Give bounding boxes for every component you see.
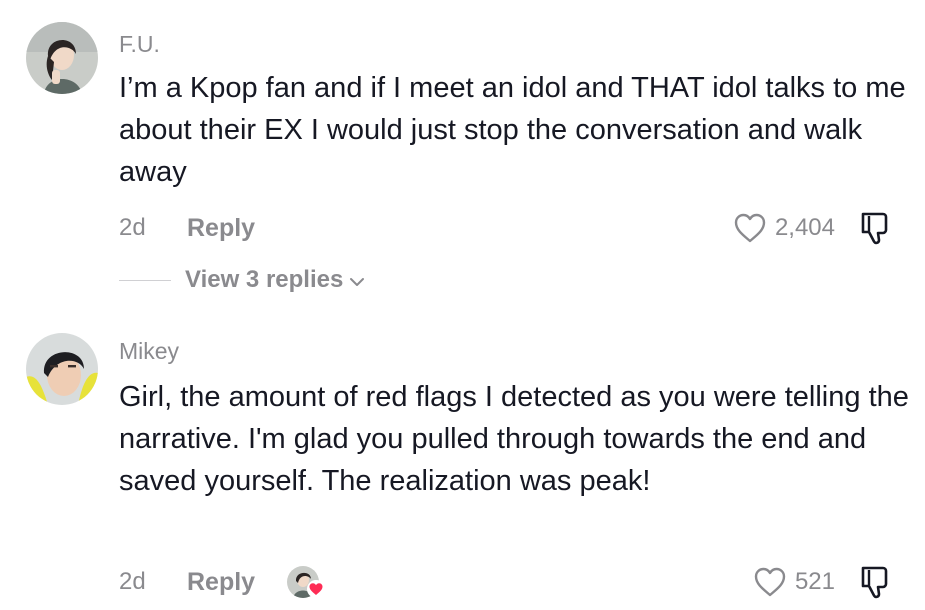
- comment-meta: 2d Reply: [119, 210, 255, 246]
- reply-button[interactable]: Reply: [187, 568, 255, 597]
- like-count: 2,404: [774, 214, 835, 241]
- comment-text: I’m a Kpop fan and if I meet an idol and…: [119, 72, 906, 188]
- thumbs-down-outline-icon: [861, 212, 888, 245]
- comment-text: Girl, the amount of red flags I detected…: [119, 381, 909, 497]
- username[interactable]: Mikey: [119, 338, 179, 365]
- view-replies-button[interactable]: View 3 replies: [119, 262, 365, 298]
- comment-date: 2d: [119, 568, 146, 595]
- dislike-button[interactable]: [855, 562, 895, 602]
- liked-by-creator-badge: [287, 564, 327, 600]
- username[interactable]: F.U.: [119, 31, 160, 58]
- replies-divider: [119, 279, 171, 281]
- like-button[interactable]: 2,404: [733, 210, 835, 246]
- avatar[interactable]: [26, 333, 98, 405]
- comment-meta: 2d Reply: [119, 564, 327, 600]
- heart-outline-icon: [734, 213, 766, 243]
- chevron-down-icon: [350, 278, 365, 286]
- dislike-button[interactable]: [855, 208, 895, 248]
- heart-outline-icon: [754, 567, 786, 597]
- reply-button[interactable]: Reply: [187, 214, 255, 243]
- comment-date: 2d: [119, 214, 146, 241]
- creator-heart-icon: [307, 580, 326, 598]
- view-replies-label: View 3 replies: [185, 266, 344, 293]
- like-count: 521: [794, 568, 835, 595]
- avatar[interactable]: [26, 22, 98, 94]
- like-button[interactable]: 521: [753, 564, 835, 600]
- thumbs-down-outline-icon: [861, 566, 888, 599]
